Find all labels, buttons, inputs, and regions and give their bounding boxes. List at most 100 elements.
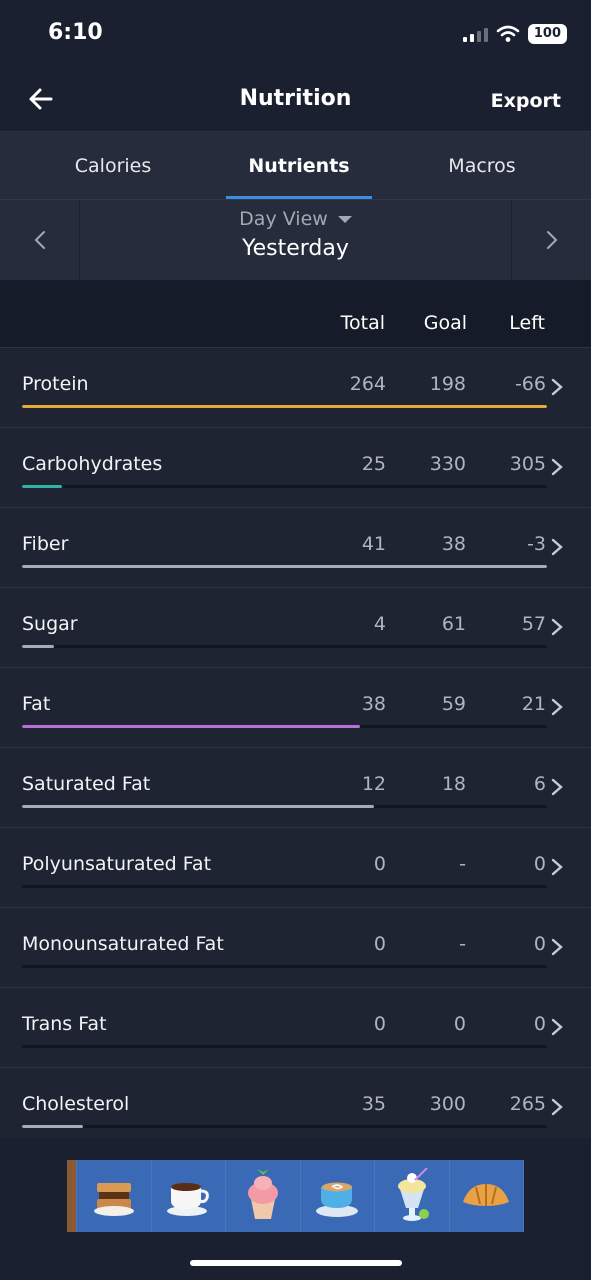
day-label: Yesterday (242, 236, 349, 261)
nutrient-left: -66 (514, 373, 546, 395)
ad-banner[interactable] (67, 1160, 524, 1232)
nutrient-row[interactable]: Protein 264 198 -66 (0, 348, 591, 428)
nutrient-name: Saturated Fat (22, 773, 151, 795)
progress-fill (22, 725, 361, 728)
progress-track (22, 565, 547, 568)
day-mode-label: Day View (239, 208, 328, 230)
status-bar: 6:10 100 (0, 0, 591, 68)
progress-track (22, 805, 547, 808)
status-icons: 100 (462, 24, 567, 44)
nutrient-name: Protein (22, 373, 89, 395)
smores-icon (77, 1160, 152, 1232)
progress-fill (22, 405, 547, 408)
nutrient-goal: 0 (453, 1013, 466, 1035)
active-tab-indicator (226, 196, 372, 199)
export-button[interactable]: Export (491, 90, 561, 112)
nutrient-row[interactable]: Carbohydrates 25 330 305 (0, 428, 591, 508)
nutrient-row[interactable]: Fat 38 59 21 (0, 668, 591, 748)
progress-fill (22, 645, 54, 648)
progress-track (22, 965, 547, 968)
nutrient-total: 0 (373, 853, 386, 875)
column-left: Left (509, 312, 545, 334)
signal-icon (462, 26, 488, 42)
nutrient-goal: 59 (441, 693, 466, 715)
nutrient-list: Protein 264 198 -66 Carbohydrates 25 330… (0, 348, 591, 1138)
chevron-right-icon (551, 778, 563, 796)
column-goal: Goal (423, 312, 467, 334)
nutrient-row[interactable]: Fiber 41 38 -3 (0, 508, 591, 588)
progress-track (22, 485, 547, 488)
chevron-left-icon (34, 231, 45, 249)
nutrient-goal: 300 (429, 1093, 466, 1115)
app-header: Nutrition Export (0, 68, 591, 132)
column-total: Total (340, 312, 385, 334)
nutrient-row[interactable]: Saturated Fat 12 18 6 (0, 748, 591, 828)
tab-bar: Calories Nutrients Macros (0, 132, 591, 200)
nutrient-name: Fat (22, 693, 51, 715)
nutrient-row[interactable]: Cholesterol 35 300 265 (0, 1068, 591, 1138)
tab-macros[interactable]: Macros (392, 132, 572, 200)
nutrient-total: 12 (361, 773, 386, 795)
ad-area (0, 1138, 591, 1280)
nutrient-left: 265 (509, 1093, 546, 1115)
progress-track (22, 885, 547, 888)
nutrient-row[interactable]: Sugar 4 61 57 (0, 588, 591, 668)
status-time: 6:10 (48, 20, 103, 45)
cupcake-icon (226, 1160, 301, 1232)
nutrient-total: 25 (361, 453, 386, 475)
nutrient-goal: 18 (441, 773, 466, 795)
wifi-icon (496, 25, 520, 42)
tab-nutrients[interactable]: Nutrients (206, 132, 392, 200)
chevron-right-icon (551, 378, 563, 396)
chevron-right-icon (551, 458, 563, 476)
battery-icon: 100 (527, 24, 567, 44)
nutrient-left: 0 (533, 853, 546, 875)
nutrient-total: 35 (361, 1093, 386, 1115)
nutrient-left: 0 (533, 933, 546, 955)
chevron-right-icon (551, 618, 563, 636)
progress-fill (22, 565, 547, 568)
progress-fill (22, 805, 374, 808)
nutrient-name: Fiber (22, 533, 69, 555)
progress-fill (22, 485, 62, 488)
nutrient-row[interactable]: Polyunsaturated Fat 0 - 0 (0, 828, 591, 908)
nutrient-name: Sugar (22, 613, 78, 635)
nutrient-left: 6 (533, 773, 546, 795)
home-indicator (190, 1260, 402, 1266)
chevron-right-icon (546, 231, 557, 249)
day-view-dropdown[interactable]: Day View Yesterday (80, 200, 511, 280)
tab-calories[interactable]: Calories (20, 132, 206, 200)
nutrient-name: Monounsaturated Fat (22, 933, 224, 955)
nutrient-goal: 38 (441, 533, 466, 555)
nutrient-goal: - (459, 933, 466, 955)
nutrient-goal: 61 (441, 613, 466, 635)
nutrient-total: 0 (373, 933, 386, 955)
nutrient-left: 21 (521, 693, 546, 715)
nutrient-goal: 330 (429, 453, 466, 475)
nutrient-row[interactable]: Monounsaturated Fat 0 - 0 (0, 908, 591, 988)
chevron-right-icon (551, 1098, 563, 1116)
next-day-button[interactable] (511, 200, 591, 280)
progress-track (22, 725, 547, 728)
nutrient-goal: - (459, 853, 466, 875)
chevron-right-icon (551, 698, 563, 716)
progress-track (22, 1125, 547, 1128)
nutrient-total: 38 (361, 693, 386, 715)
nutrient-name: Cholesterol (22, 1093, 130, 1115)
progress-fill (22, 1125, 84, 1128)
latte-icon (300, 1160, 375, 1232)
nutrient-row[interactable]: Trans Fat 0 0 0 (0, 988, 591, 1068)
nutrient-left: -3 (527, 533, 546, 555)
nutrient-total: 0 (373, 1013, 386, 1035)
progress-track (22, 645, 547, 648)
nutrient-total: 41 (361, 533, 386, 555)
nutrient-total: 264 (349, 373, 386, 395)
day-mode[interactable]: Day View (239, 208, 352, 230)
nutrient-name: Carbohydrates (22, 453, 163, 475)
previous-day-button[interactable] (0, 200, 80, 280)
nutrient-total: 4 (373, 613, 386, 635)
nutrient-left: 57 (521, 613, 546, 635)
day-selector: Day View Yesterday (0, 200, 591, 280)
nutrient-left: 305 (509, 453, 546, 475)
sundae-drink-icon (375, 1160, 450, 1232)
